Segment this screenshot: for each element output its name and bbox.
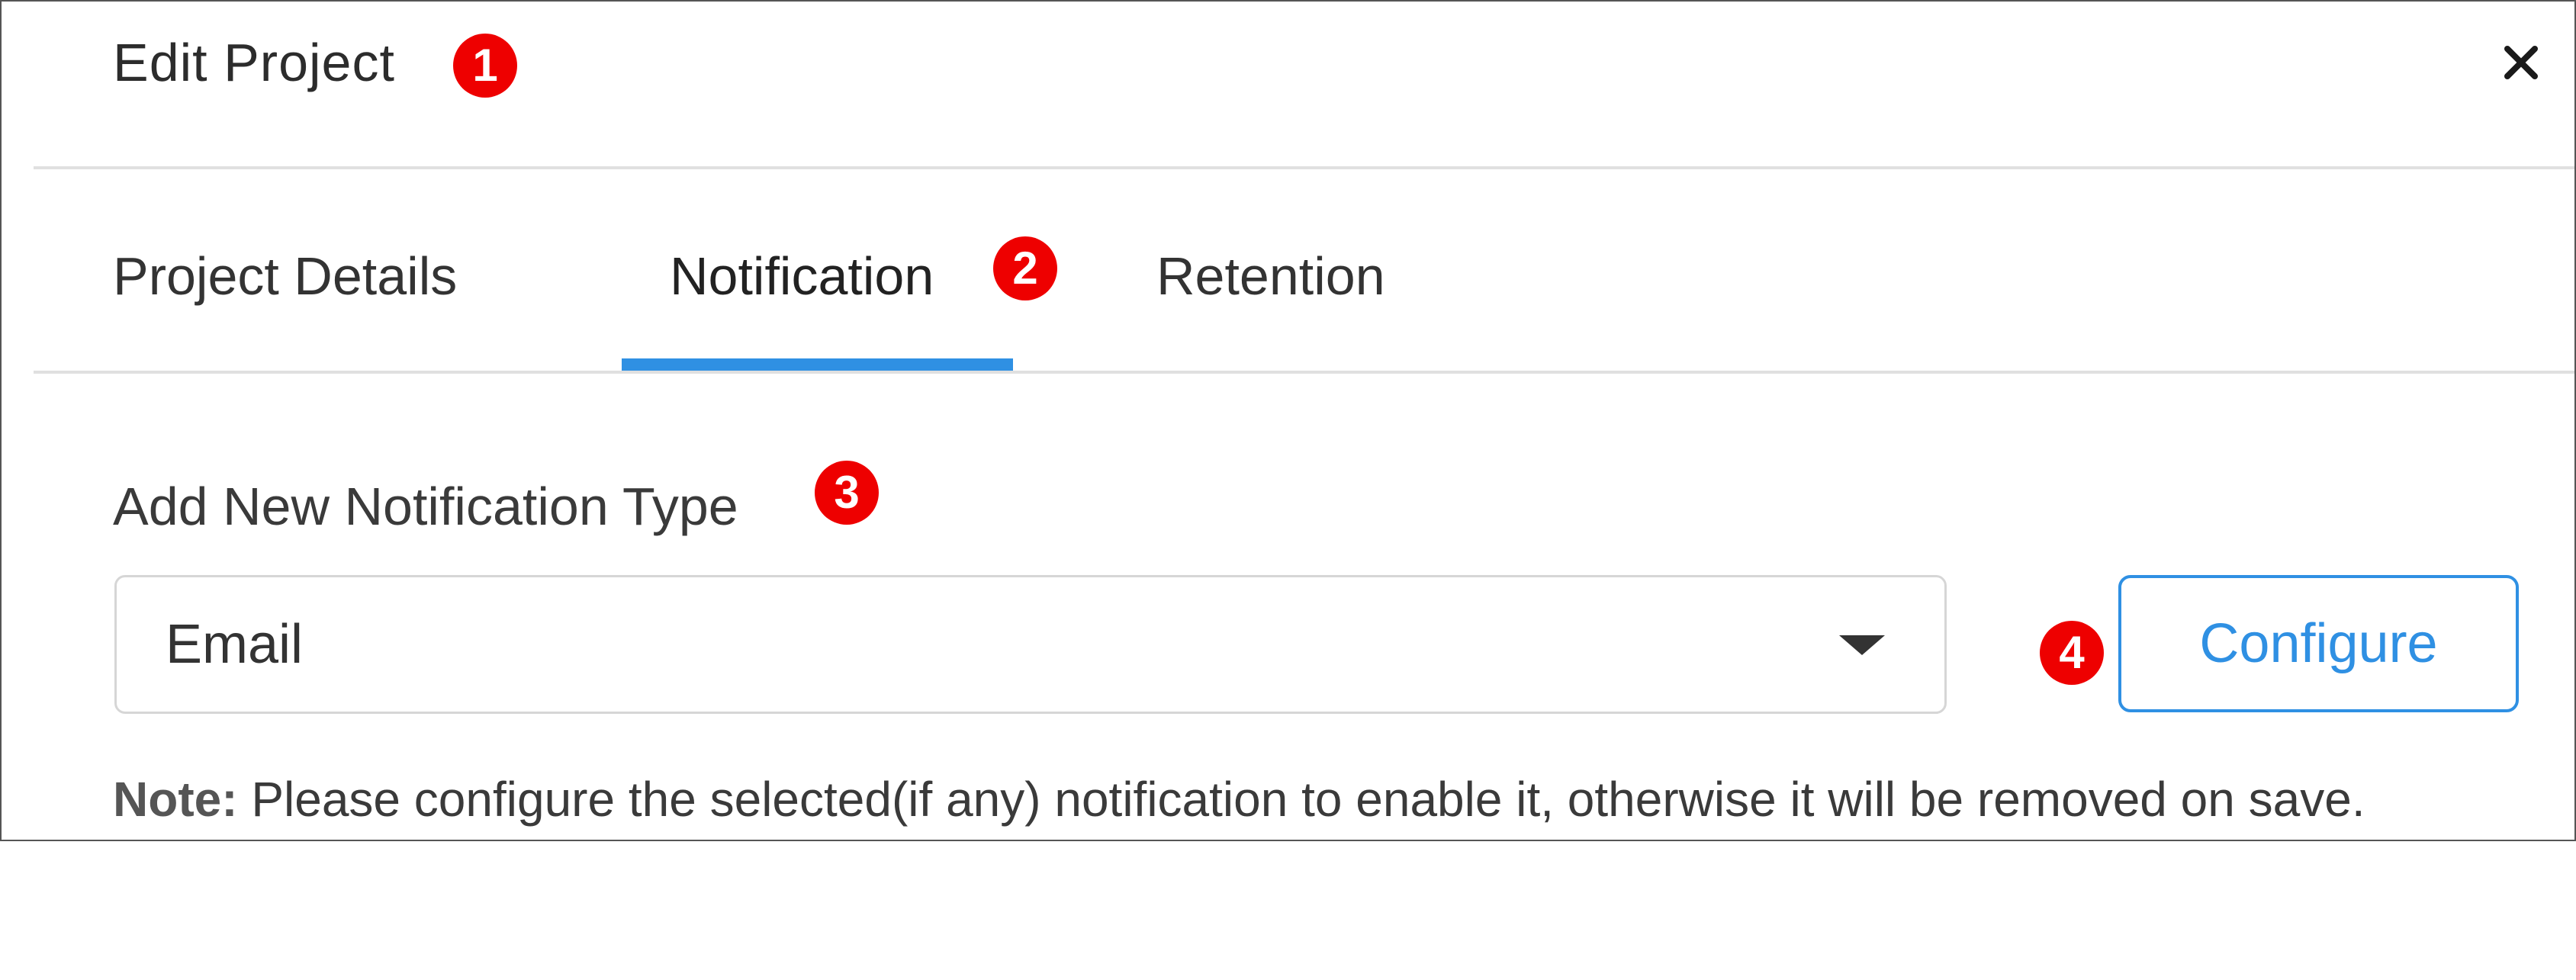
caret-down-icon <box>1839 635 1885 655</box>
selected-notification-type: Email <box>166 614 304 675</box>
configure-button[interactable]: Configure <box>2118 575 2519 712</box>
note-prefix: Note: <box>113 772 238 827</box>
close-icon-glyph <box>2504 46 2538 79</box>
annotation-badge-4: 4 <box>2040 621 2104 685</box>
tab-notification[interactable]: Notification <box>670 244 934 308</box>
tab-project-details[interactable]: Project Details <box>113 244 457 308</box>
notification-type-label: Add New Notification Type <box>113 477 738 536</box>
dialog-title: Edit Project <box>113 33 395 92</box>
annotation-badge-1: 1 <box>453 34 517 98</box>
tab-retention[interactable]: Retention <box>1156 244 1385 308</box>
close-icon[interactable] <box>2498 40 2544 85</box>
annotation-badge-2: 2 <box>993 236 1057 300</box>
active-tab-indicator <box>622 358 1013 371</box>
notification-type-select[interactable]: Email <box>114 575 1947 714</box>
note-text: Note: Please configure the selected(if a… <box>113 769 2365 830</box>
edit-project-dialog: Edit Project Project Details Notificatio… <box>0 0 2576 841</box>
annotation-badge-3: 3 <box>815 461 879 525</box>
header-divider <box>34 166 2574 169</box>
note-message: Please configure the selected(if any) no… <box>237 772 2365 827</box>
tabs-divider <box>34 371 2574 374</box>
